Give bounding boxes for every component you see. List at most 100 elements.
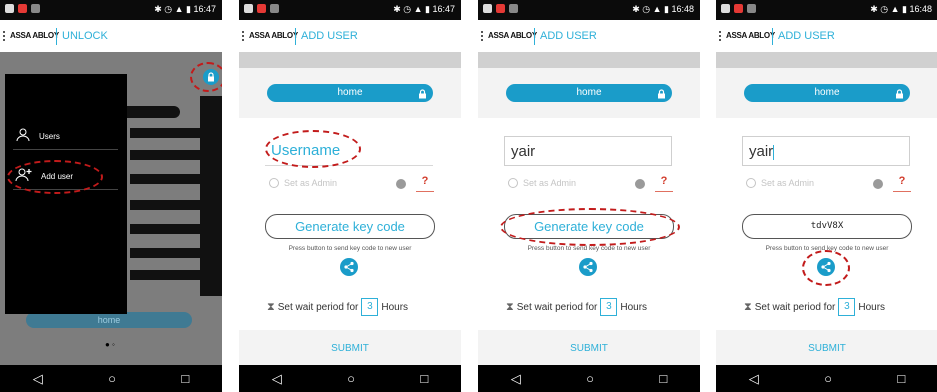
submit-button[interactable]: SUBMIT: [716, 343, 937, 354]
admin-option[interactable]: Set as Admin: [508, 178, 576, 188]
generate-key-button[interactable]: Generate key code: [265, 214, 435, 239]
status-icons: ✱ ◷ ▲ ▮: [632, 4, 669, 14]
status-bar: ✱ ◷ ▲ ▮ 16:47: [239, 0, 461, 20]
screen-unlock-drawer: ✱ ◷ ▲ ▮ 16:47 ASSA ABLOY UNLOCK home Use…: [0, 0, 222, 392]
highlight-username: [265, 130, 361, 168]
system-nav-bar: ◁ ○ □: [716, 365, 937, 392]
drawer-item-label: Users: [39, 131, 60, 141]
status-bar: ✱ ◷ ▲ ▮ 16:47: [0, 0, 222, 20]
screen-add-user-empty: ✱ ◷ ▲ ▮ 16:47 ASSA ABLOY ADD USER home U…: [239, 0, 461, 392]
brand-logo: ASSA ABLOY: [10, 31, 59, 40]
home-button[interactable]: ○: [586, 371, 594, 386]
username-value: yair: [749, 143, 774, 160]
send-hint: Press button to send key code to new use…: [288, 245, 412, 252]
share-icon[interactable]: [579, 258, 597, 276]
info-icon[interactable]: [396, 179, 406, 189]
key-code-display: tdvV8X: [742, 214, 912, 239]
admin-option[interactable]: Set as Admin: [746, 178, 814, 188]
info-icon[interactable]: [873, 179, 883, 189]
brand-logo: ASSA ABLOY: [249, 31, 298, 40]
back-button[interactable]: ◁: [33, 371, 43, 387]
help-button[interactable]: ?: [893, 172, 911, 192]
wait-unit: Hours: [381, 301, 409, 313]
lock-selector[interactable]: home: [744, 84, 910, 102]
home-button[interactable]: ○: [347, 371, 355, 386]
page-indicator: ● ◦: [105, 340, 115, 349]
app-bar: ASSA ABLOY ADD USER: [716, 20, 937, 52]
lock-selector-label: home: [576, 87, 602, 98]
recents-button[interactable]: □: [181, 371, 189, 386]
wait-hours-input[interactable]: 3: [600, 298, 618, 316]
admin-radio[interactable]: [746, 178, 756, 188]
username-input[interactable]: yair: [504, 136, 672, 166]
wait-unit: Hours: [858, 301, 886, 313]
home-button[interactable]: ○: [108, 371, 116, 386]
admin-label: Set as Admin: [761, 178, 815, 188]
wait-hours-input[interactable]: 3: [838, 298, 856, 316]
wait-period: ⧗ Set wait period for 3 Hours: [506, 298, 647, 316]
brand-logo: ASSA ABLOY: [488, 31, 537, 40]
back-button[interactable]: ◁: [272, 371, 282, 387]
recents-button[interactable]: □: [659, 371, 667, 386]
admin-radio[interactable]: [508, 178, 518, 188]
send-hint: Press button to send key code to new use…: [527, 245, 651, 252]
submit-button[interactable]: SUBMIT: [239, 343, 461, 354]
home-button[interactable]: ○: [824, 371, 832, 386]
wait-hours-input[interactable]: 3: [361, 298, 379, 316]
lock-icon: [418, 88, 427, 99]
wait-prefix: Set wait period for: [277, 301, 359, 313]
wait-unit: Hours: [620, 301, 648, 313]
screen-add-user-code: ✱ ◷ ▲ ▮ 16:48 ASSA ABLOY ADD USER home y…: [716, 0, 937, 392]
app-bar: ASSA ABLOY ADD USER: [239, 20, 461, 52]
lock-selector[interactable]: home: [267, 84, 433, 102]
back-button[interactable]: ◁: [511, 371, 521, 387]
highlight-share: [802, 250, 850, 286]
status-bar: ✱ ◷ ▲ ▮ 16:48: [716, 0, 937, 20]
hourglass-icon: ⧗: [506, 300, 514, 313]
status-icons: ✱ ◷ ▲ ▮: [393, 4, 430, 14]
lock-selector[interactable]: home: [506, 84, 672, 102]
hourglass-icon: ⧗: [744, 300, 752, 313]
lock-selector-label: home: [337, 87, 363, 98]
wait-prefix: Set wait period for: [516, 301, 598, 313]
menu-icon[interactable]: [3, 31, 6, 41]
wait-prefix: Set wait period for: [754, 301, 836, 313]
admin-label: Set as Admin: [523, 178, 577, 188]
screen-add-user-filled: ✱ ◷ ▲ ▮ 16:48 ASSA ABLOY ADD USER home y…: [478, 0, 700, 392]
help-button[interactable]: ?: [655, 172, 673, 192]
info-icon[interactable]: [635, 179, 645, 189]
status-icons: ✱ ◷ ▲ ▮: [870, 4, 907, 14]
status-time: 16:48: [671, 4, 694, 14]
menu-icon[interactable]: [242, 31, 245, 41]
app-bar: ASSA ABLOY ADD USER: [478, 20, 700, 52]
page-title: ADD USER: [540, 30, 597, 42]
lock-icon: [895, 88, 904, 99]
admin-radio[interactable]: [269, 178, 279, 188]
username-value: yair: [511, 143, 536, 160]
status-time: 16:47: [432, 4, 455, 14]
status-icons: ✱ ◷ ▲ ▮: [154, 4, 191, 14]
share-icon[interactable]: [340, 258, 358, 276]
admin-label: Set as Admin: [284, 178, 338, 188]
submit-button[interactable]: SUBMIT: [478, 343, 700, 354]
title-divider: [772, 28, 773, 45]
status-time: 16:47: [193, 4, 216, 14]
brand-logo: ASSA ABLOY: [726, 31, 775, 40]
back-button[interactable]: ◁: [749, 371, 759, 387]
title-divider: [295, 28, 296, 45]
menu-icon[interactable]: [719, 31, 722, 41]
username-input[interactable]: yair: [742, 136, 910, 166]
home-lock-faded: home: [26, 312, 192, 328]
header-band: [239, 52, 461, 68]
home-lock-faded-label: home: [97, 315, 121, 325]
system-nav-bar: ◁ ○ □: [239, 365, 461, 392]
status-time: 16:48: [909, 4, 932, 14]
title-divider: [56, 28, 57, 45]
recents-button[interactable]: □: [420, 371, 428, 386]
drawer-item-users[interactable]: Users: [15, 128, 115, 144]
recents-button[interactable]: □: [897, 371, 905, 386]
admin-option[interactable]: Set as Admin: [269, 178, 337, 188]
menu-icon[interactable]: [481, 31, 484, 41]
page-title: ADD USER: [778, 30, 835, 42]
help-button[interactable]: ?: [416, 172, 434, 192]
